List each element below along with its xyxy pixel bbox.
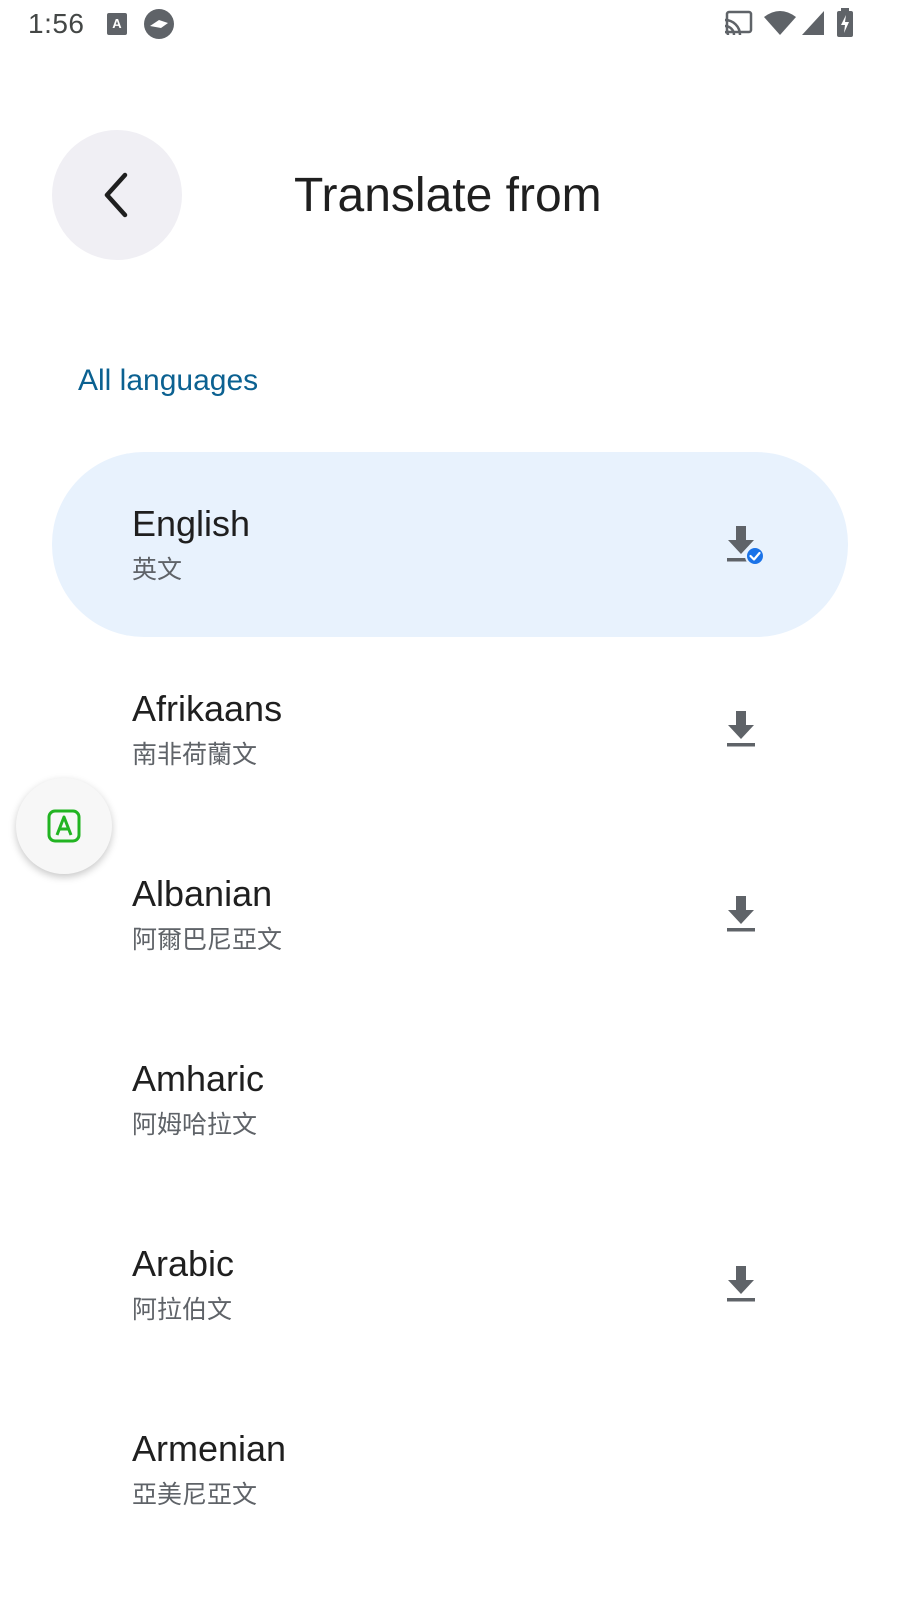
download-icon bbox=[727, 896, 755, 932]
privacy-notification-icon bbox=[144, 9, 174, 39]
download-button[interactable] bbox=[712, 701, 772, 761]
status-time: 1:56 bbox=[28, 8, 85, 39]
cast-icon bbox=[724, 10, 753, 36]
language-name: Albanian bbox=[132, 873, 273, 914]
language-name: Afrikaans bbox=[132, 688, 283, 729]
language-name: English bbox=[132, 503, 251, 544]
language-native-name: 阿姆哈拉文 bbox=[132, 1110, 258, 1139]
language-native-name: 阿爾巴尼亞文 bbox=[132, 925, 283, 954]
language-name: Armenian bbox=[132, 1428, 287, 1469]
language-native-name: 亞美尼亞文 bbox=[132, 1480, 258, 1509]
download-icon bbox=[727, 711, 755, 747]
language-item-armenian[interactable]: Armenian 亞美尼亞文 bbox=[52, 1377, 848, 1562]
language-name: Amharic bbox=[132, 1058, 265, 1099]
floating-translate-button[interactable] bbox=[16, 778, 112, 874]
download-done-icon bbox=[727, 526, 765, 566]
language-item-arabic[interactable]: Arabic 阿拉伯文 bbox=[52, 1192, 848, 1377]
language-item-afrikaans[interactable]: Afrikaans 南非荷蘭文 bbox=[52, 637, 848, 822]
letter-a-translate-icon bbox=[47, 809, 81, 843]
cellular-signal-icon bbox=[802, 11, 824, 35]
wifi-icon bbox=[764, 11, 796, 35]
page-title: Translate from bbox=[294, 169, 602, 222]
language-name: Arabic bbox=[132, 1243, 235, 1284]
status-bar: 1:56 A bbox=[0, 0, 900, 48]
download-icon bbox=[727, 1266, 755, 1302]
svg-text:A: A bbox=[112, 16, 122, 31]
language-item-english[interactable]: English 英文 bbox=[52, 452, 848, 637]
language-list: English 英文 Afrikaans 南非荷蘭文 Albanian 阿爾巴尼… bbox=[52, 452, 848, 1562]
language-native-name: 英文 bbox=[132, 555, 183, 584]
language-native-name: 南非荷蘭文 bbox=[132, 740, 258, 769]
translate-notification-icon: A bbox=[107, 13, 127, 35]
chevron-left-icon bbox=[104, 172, 128, 218]
section-heading-all-languages: All languages bbox=[78, 364, 259, 397]
battery-charging-icon bbox=[837, 8, 853, 37]
language-native-name: 阿拉伯文 bbox=[132, 1295, 233, 1324]
downloaded-status-button[interactable] bbox=[712, 516, 772, 576]
language-item-amharic[interactable]: Amharic 阿姆哈拉文 bbox=[52, 1007, 848, 1192]
back-button[interactable] bbox=[52, 130, 182, 260]
download-button[interactable] bbox=[712, 1256, 772, 1316]
language-item-albanian[interactable]: Albanian 阿爾巴尼亞文 bbox=[52, 822, 848, 1007]
download-button[interactable] bbox=[712, 886, 772, 946]
